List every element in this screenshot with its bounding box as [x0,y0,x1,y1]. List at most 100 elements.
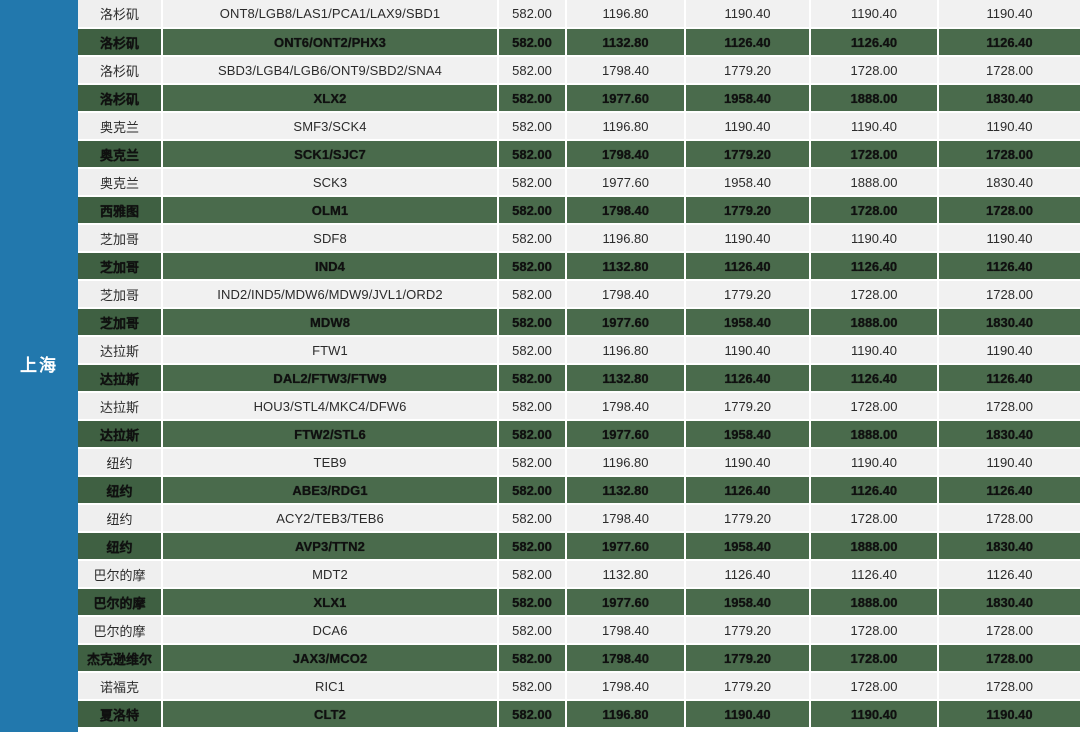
table-row[interactable]: 达拉斯 HOU3/STL4/MKC4/DFW6 582.00 1798.40 1779.… [78,392,1080,421]
price-cell-3: 1779.20 [685,140,811,169]
table-row[interactable]: 杰克逊维尔 JAX3/MCO2 582.00 1798.40 1779.20 1728.0… [78,644,1080,673]
price-cell-4: 1190.40 [810,700,939,729]
destination-cell: OLM1 [162,196,499,225]
price-cell-4: 1888.00 [810,588,939,617]
price-cell-2: 1798.40 [566,280,686,309]
price-cell-3: 1958.40 [685,420,811,449]
price-cell-3: 1779.20 [685,196,811,225]
table-row[interactable]: 洛杉矶 ONT6/ONT2/PHX3 582.00 1132.80 1126.40 112… [78,28,1080,57]
price-cell-5: 1190.40 [938,0,1080,29]
table-row[interactable]: 巴尔的摩 DCA6 582.00 1798.40 1779.20 1728.00 1728.… [78,616,1080,645]
destination-cell: XLX2 [162,84,499,113]
table-row[interactable]: 洛杉矶 XLX2 582.00 1977.60 1958.40 1888.00 1830.4… [78,84,1080,113]
price-cell-3: 1958.40 [685,588,811,617]
table-row[interactable]: 诺福克 RIC1 582.00 1798.40 1779.20 1728.00 1728.0… [78,672,1080,701]
city-cell: 纽约 [78,532,163,561]
price-cell-3: 1779.20 [685,644,811,673]
price-cell-4: 1126.40 [810,560,939,589]
price-cell-5: 1728.00 [938,392,1080,421]
price-cell-5: 1830.40 [938,532,1080,561]
price-cell-5: 1728.00 [938,616,1080,645]
price-cell-5: 1830.40 [938,420,1080,449]
table-row[interactable]: 奥克兰 SCK3 582.00 1977.60 1958.40 1888.00 1830.4… [78,168,1080,197]
table-row[interactable]: 芝加哥 IND4 582.00 1132.80 1126.40 1126.40 1126.4… [78,252,1080,281]
price-cell-1: 582.00 [498,252,567,281]
price-cell-1: 582.00 [498,448,567,477]
table-row[interactable]: 芝加哥 MDW8 582.00 1977.60 1958.40 1888.00 1830.4… [78,308,1080,337]
price-cell-3: 1126.40 [685,476,811,505]
price-cell-2: 1196.80 [566,224,686,253]
price-cell-1: 582.00 [498,196,567,225]
rate-table-body: 洛杉矶 ONT8/LGB8/LAS1/PCA1/LAX9/SBD1 582.00 11… [78,0,1080,729]
table-row[interactable]: 夏洛特 CLT2 582.00 1196.80 1190.40 1190.40 1190.4… [78,700,1080,729]
city-cell: 达拉斯 [78,336,163,365]
table-row[interactable]: 纽约 TEB9 582.00 1196.80 1190.40 1190.40 1190.40 [78,448,1080,477]
table-row[interactable]: 奥克兰 SCK1/SJC7 582.00 1798.40 1779.20 1728.00 1… [78,140,1080,169]
price-cell-1: 582.00 [498,224,567,253]
table-row[interactable]: 纽约 AVP3/TTN2 582.00 1977.60 1958.40 1888.00 18… [78,532,1080,561]
price-cell-5: 1728.00 [938,644,1080,673]
price-cell-5: 1728.00 [938,672,1080,701]
price-cell-1: 582.00 [498,0,567,29]
table-row[interactable]: 芝加哥 SDF8 582.00 1196.80 1190.40 1190.40 1190.4… [78,224,1080,253]
price-cell-5: 1728.00 [938,56,1080,85]
destination-cell: TEB9 [162,448,499,477]
price-cell-5: 1728.00 [938,196,1080,225]
price-cell-3: 1190.40 [685,224,811,253]
price-cell-5: 1190.40 [938,224,1080,253]
city-cell: 洛杉矶 [78,84,163,113]
price-cell-1: 582.00 [498,560,567,589]
price-cell-5: 1830.40 [938,168,1080,197]
destination-cell: IND4 [162,252,499,281]
price-cell-4: 1888.00 [810,308,939,337]
price-cell-3: 1779.20 [685,56,811,85]
city-cell: 奥克兰 [78,140,163,169]
price-cell-2: 1196.80 [566,448,686,477]
price-cell-2: 1798.40 [566,140,686,169]
destination-cell: AVP3/TTN2 [162,532,499,561]
table-row[interactable]: 巴尔的摩 XLX1 582.00 1977.60 1958.40 1888.00 1830.… [78,588,1080,617]
price-cell-4: 1728.00 [810,392,939,421]
table-row[interactable]: 巴尔的摩 MDT2 582.00 1132.80 1126.40 1126.40 1126.… [78,560,1080,589]
table-row[interactable]: 奥克兰 SMF3/SCK4 582.00 1196.80 1190.40 1190.40 1… [78,112,1080,141]
table-row[interactable]: 达拉斯 DAL2/FTW3/FTW9 582.00 1132.80 1126.40 112… [78,364,1080,393]
price-cell-5: 1126.40 [938,560,1080,589]
price-cell-2: 1977.60 [566,420,686,449]
price-cell-2: 1798.40 [566,616,686,645]
city-cell: 西雅图 [78,196,163,225]
price-cell-4: 1190.40 [810,112,939,141]
city-cell: 纽约 [78,504,163,533]
table-row[interactable]: 达拉斯 FTW1 582.00 1196.80 1190.40 1190.40 1190.4… [78,336,1080,365]
city-cell: 纽约 [78,476,163,505]
destination-cell: IND2/IND5/MDW6/MDW9/JVL1/ORD2 [162,280,499,309]
table-row[interactable]: 达拉斯 FTW2/STL6 582.00 1977.60 1958.40 1888.00 1… [78,420,1080,449]
table-row[interactable]: 芝加哥 IND2/IND5/MDW6/MDW9/JVL1/ORD2 582.00 17… [78,280,1080,309]
price-cell-3: 1190.40 [685,448,811,477]
destination-cell: XLX1 [162,588,499,617]
table-row[interactable]: 纽约 ABE3/RDG1 582.00 1132.80 1126.40 1126.40 11… [78,476,1080,505]
table-row[interactable]: 洛杉矶 ONT8/LGB8/LAS1/PCA1/LAX9/SBD1 582.00 11… [78,0,1080,29]
city-cell: 芝加哥 [78,308,163,337]
price-cell-5: 1830.40 [938,84,1080,113]
table-row[interactable]: 西雅图 OLM1 582.00 1798.40 1779.20 1728.00 1728.0… [78,196,1080,225]
price-cell-5: 1190.40 [938,112,1080,141]
city-cell: 达拉斯 [78,364,163,393]
price-cell-2: 1977.60 [566,84,686,113]
price-cell-4: 1126.40 [810,252,939,281]
price-cell-2: 1132.80 [566,364,686,393]
origin-label: 上海 [20,355,58,375]
price-cell-3: 1190.40 [685,112,811,141]
price-cell-5: 1728.00 [938,504,1080,533]
price-cell-3: 1779.20 [685,392,811,421]
price-cell-4: 1190.40 [810,0,939,29]
price-cell-1: 582.00 [498,140,567,169]
price-cell-4: 1728.00 [810,616,939,645]
table-row[interactable]: 洛杉矶 SBD3/LGB4/LGB6/ONT9/SBD2/SNA4 582.00 17… [78,56,1080,85]
price-cell-2: 1977.60 [566,532,686,561]
price-cell-2: 1798.40 [566,644,686,673]
price-cell-5: 1830.40 [938,588,1080,617]
city-cell: 芝加哥 [78,280,163,309]
destination-cell: DAL2/FTW3/FTW9 [162,364,499,393]
price-cell-3: 1126.40 [685,252,811,281]
table-row[interactable]: 纽约 ACY2/TEB3/TEB6 582.00 1798.40 1779.20 1728… [78,504,1080,533]
